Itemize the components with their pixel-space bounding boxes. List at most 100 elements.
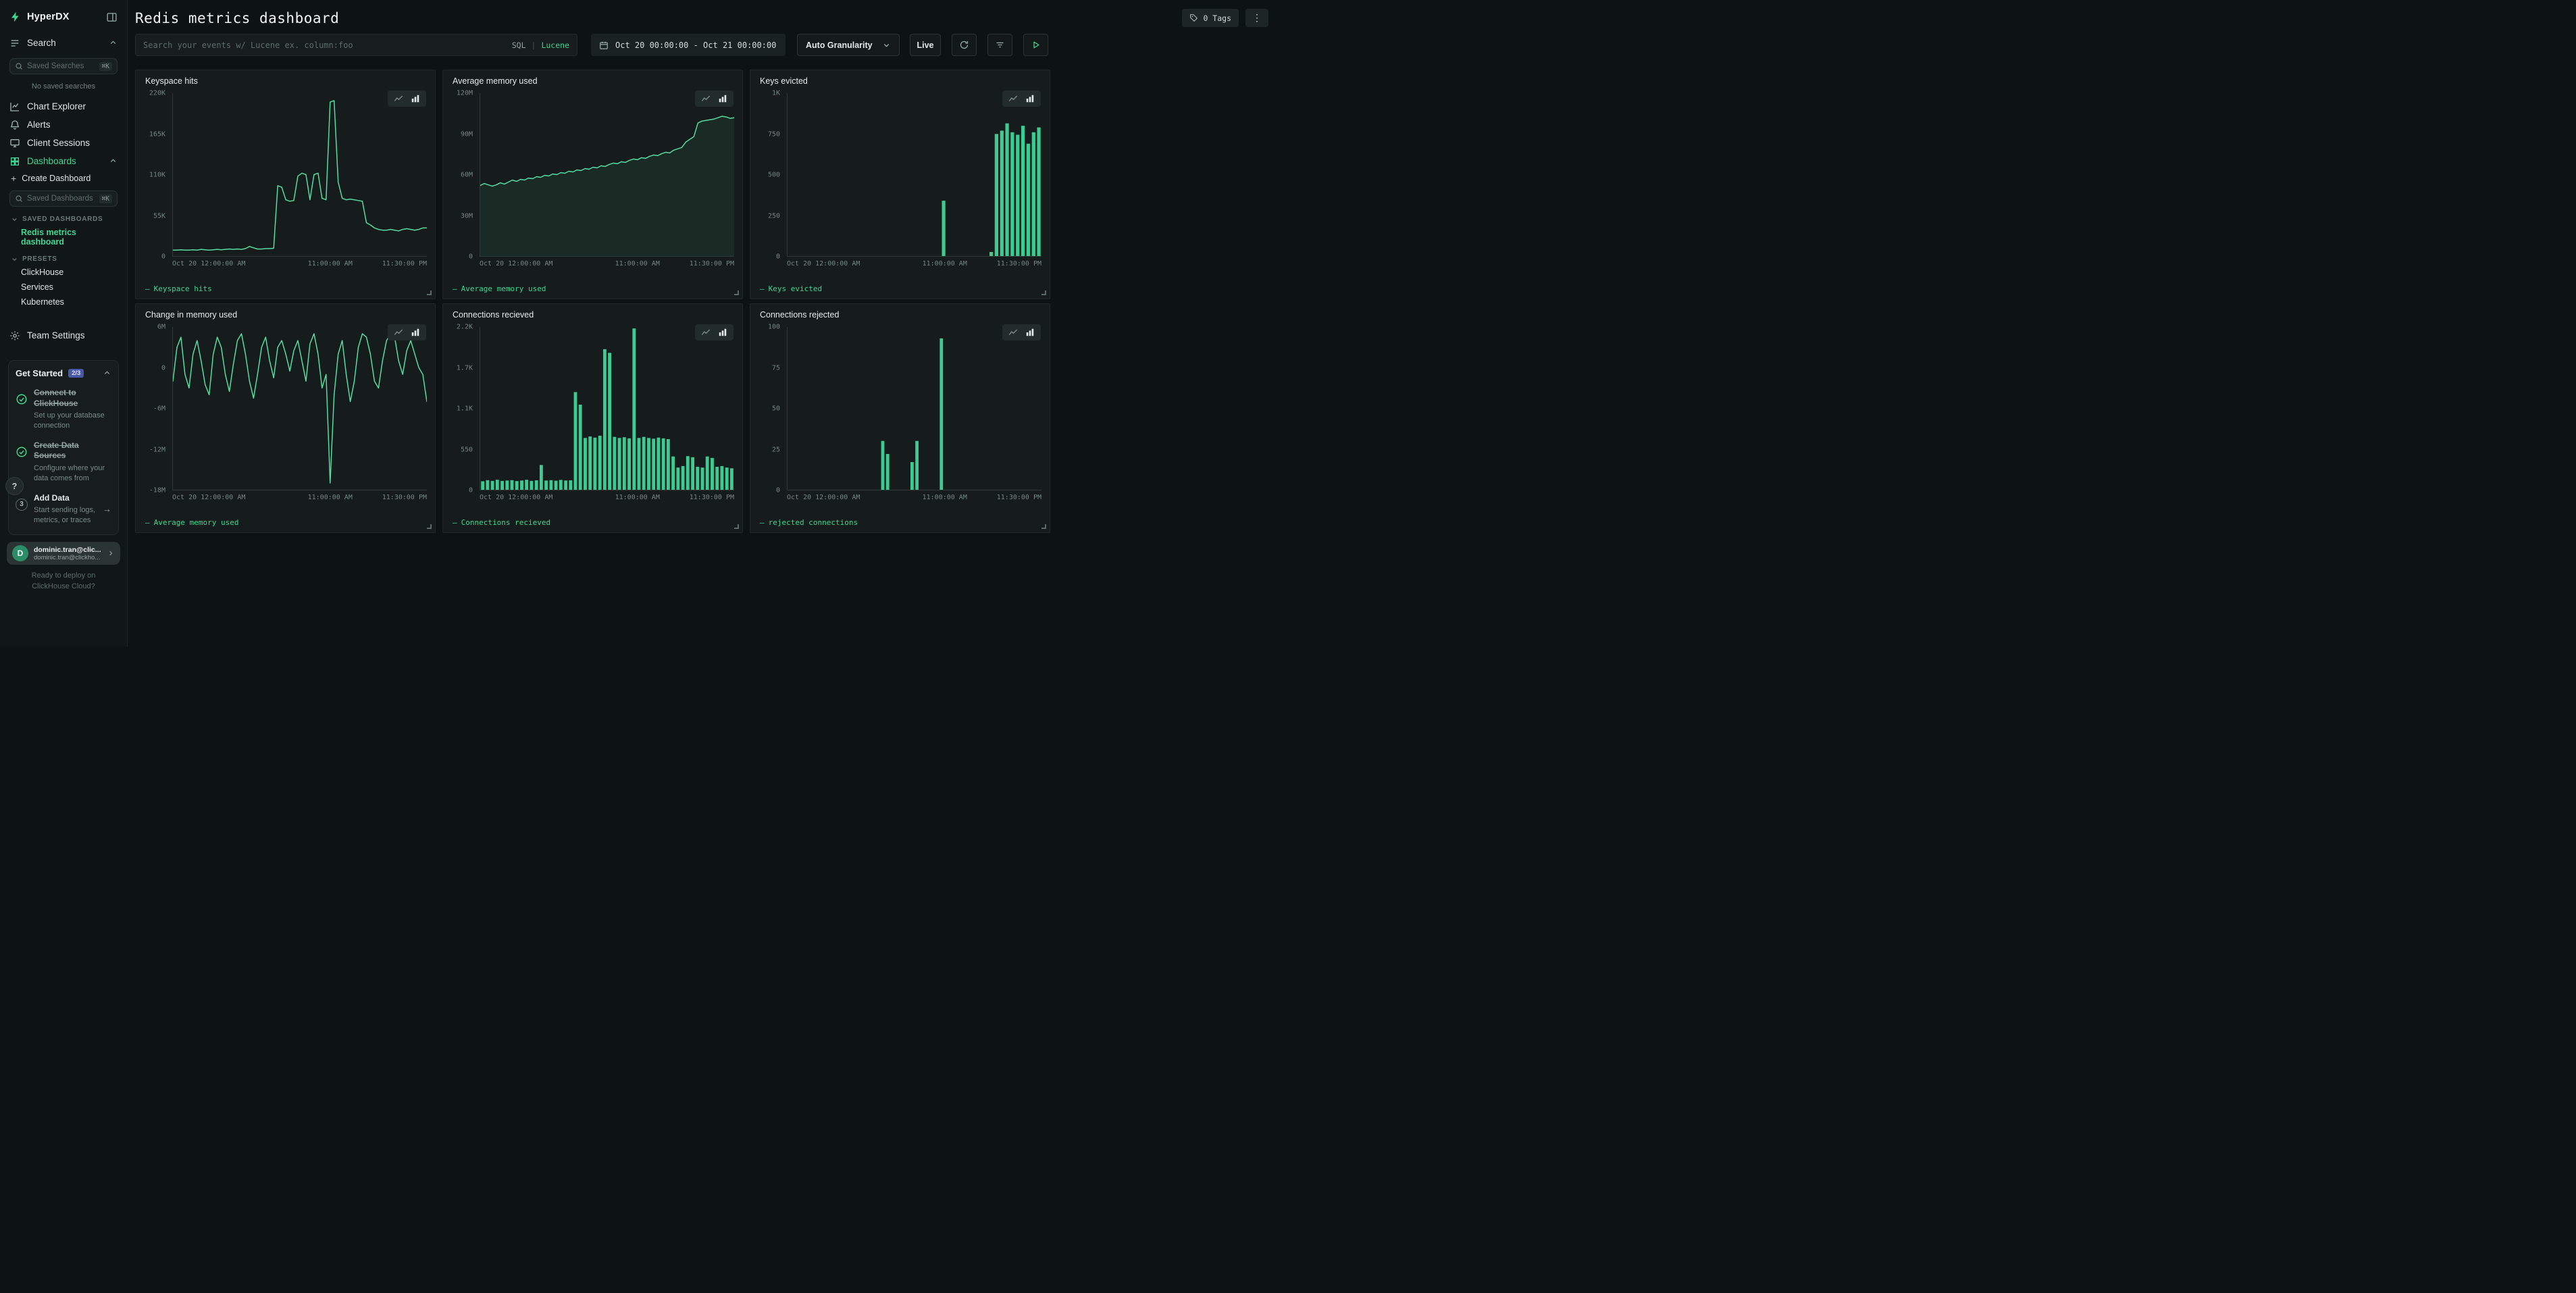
legend-dash: — (760, 518, 765, 527)
logo-text: HyperDX (27, 11, 70, 22)
legend-label: Connections recieved (461, 518, 550, 527)
resize-handle-icon[interactable] (427, 290, 432, 295)
progress-badge: 2/3 (68, 369, 84, 378)
help-button[interactable]: ? (5, 477, 24, 495)
sql-toggle[interactable]: SQL (512, 41, 526, 50)
get-started-step-sources[interactable]: Create Data Sources Configure where your… (16, 440, 111, 484)
sidebar-item-dashboards[interactable]: Dashboards (0, 152, 127, 170)
sidebar-item-team-settings[interactable]: Team Settings (0, 326, 127, 345)
preset-kubernetes[interactable]: Kubernetes (0, 295, 127, 309)
presets-section-header[interactable]: PRESETS (0, 249, 127, 265)
y-axis-label: 165K (149, 130, 165, 138)
live-button[interactable]: Live (910, 34, 941, 56)
x-axis-label: Oct 20 12:00:00 AM (172, 260, 245, 268)
tags-button[interactable]: 0 Tags (1182, 9, 1239, 27)
panel-change-in-memory-used: Change in memory used 6M0-6M-12M-18M Oct… (135, 303, 436, 533)
bar-chart-icon[interactable] (1025, 328, 1035, 337)
resize-handle-icon[interactable] (1041, 290, 1046, 295)
chart-plot[interactable] (172, 327, 427, 490)
chart-title: Change in memory used (145, 310, 237, 320)
y-axis-label: 1K (772, 90, 780, 97)
lucene-toggle[interactable]: Lucene (541, 41, 569, 50)
get-started-step-connect[interactable]: Connect to ClickHouse Set up your databa… (16, 388, 111, 431)
step-title: Add Data (34, 493, 97, 504)
sidebar-item-label: Team Settings (27, 330, 85, 340)
sidebar-item-search[interactable]: Search (0, 34, 127, 52)
gear-icon (9, 330, 20, 341)
granularity-select[interactable]: Auto Granularity (797, 34, 900, 56)
legend-label: Average memory used (461, 284, 546, 293)
resize-handle-icon[interactable] (1041, 524, 1046, 529)
search-section-icon (9, 38, 20, 49)
date-range-picker[interactable]: Oct 20 00:00:00 - Oct 21 00:00:00 (591, 34, 785, 56)
preset-clickhouse[interactable]: ClickHouse (0, 265, 127, 280)
resize-handle-icon[interactable] (734, 524, 739, 529)
y-axis-label: 0 (776, 253, 780, 261)
chart-title: Keys evicted (760, 76, 808, 86)
saved-dashboards-placeholder: Saved Dashboards (27, 195, 93, 203)
create-dashboard-button[interactable]: + Create Dashboard (0, 170, 127, 184)
saved-dashboards-input[interactable]: Saved Dashboards ⌘K (9, 191, 118, 207)
chart-plot[interactable] (480, 327, 734, 490)
line-chart-icon[interactable] (394, 94, 403, 103)
resize-handle-icon[interactable] (734, 290, 739, 295)
y-axis-label: 0 (776, 487, 780, 495)
bar-chart-icon[interactable] (718, 328, 727, 337)
preset-services[interactable]: Services (0, 280, 127, 295)
bar-chart-icon[interactable] (1025, 94, 1035, 103)
bar-series (480, 327, 734, 490)
tags-label: 0 Tags (1203, 14, 1231, 23)
x-axis-label: 11:00:00 AM (308, 260, 353, 268)
x-axis-label: Oct 20 12:00:00 AM (787, 260, 860, 268)
chart-type-toggle (388, 324, 426, 340)
chart-title: Connections rejected (760, 310, 839, 320)
saved-searches-input[interactable]: Saved Searches ⌘K (9, 58, 118, 74)
chevron-up-icon[interactable] (103, 369, 111, 378)
refresh-icon (959, 40, 969, 50)
line-series (173, 327, 427, 490)
line-series (480, 93, 734, 256)
resize-handle-icon[interactable] (427, 524, 432, 529)
legend-dash: — (453, 284, 457, 293)
bar-chart-icon[interactable] (411, 328, 420, 337)
monitor-icon (9, 138, 20, 149)
play-button[interactable] (1023, 34, 1048, 56)
step-description: Start sending logs, metrics, or traces (34, 505, 97, 526)
chart-plot[interactable] (480, 93, 734, 257)
chart-plot[interactable] (787, 327, 1041, 490)
bar-series (788, 327, 1041, 490)
line-chart-icon[interactable] (701, 94, 711, 103)
y-axis-label: 2.2K (457, 324, 473, 331)
saved-dashboards-section-header[interactable]: SAVED DASHBOARDS (0, 209, 127, 225)
line-chart-icon[interactable] (1008, 328, 1018, 337)
line-chart-icon[interactable] (394, 328, 403, 337)
dashboard-header: Redis metrics dashboard 0 Tags ⋮ (128, 0, 1288, 30)
line-chart-icon[interactable] (701, 328, 711, 337)
y-axis-label: -12M (149, 446, 165, 453)
chart-area: 6M0-6M-12M-18M Oct 20 12:00:00 AM11:00:0… (143, 327, 427, 490)
refresh-button[interactable] (952, 34, 977, 56)
chevron-up-icon[interactable] (109, 39, 118, 47)
saved-dashboard-redis-metrics[interactable]: Redis metrics dashboard (0, 225, 127, 249)
bar-chart-icon[interactable] (718, 94, 727, 103)
chart-plot[interactable] (172, 93, 427, 257)
y-axis-label: -6M (153, 405, 165, 413)
chevron-down-icon (11, 216, 18, 223)
chevron-up-icon[interactable] (109, 157, 118, 166)
chart-area: 2.2K1.7K1.1K5500 Oct 20 12:00:00 AM11:00… (450, 327, 734, 490)
filter-button[interactable] (987, 34, 1012, 56)
user-menu[interactable]: D dominic.tran@clic... dominic.tran@clic… (7, 542, 120, 565)
sidebar-item-alerts[interactable]: Alerts (0, 116, 127, 134)
chart-plot[interactable] (787, 93, 1041, 257)
sidebar-item-chart-explorer[interactable]: Chart Explorer (0, 97, 127, 116)
get-started-step-add-data[interactable]: 3 Add Data Start sending logs, metrics, … (16, 493, 111, 526)
line-chart-icon[interactable] (1008, 94, 1018, 103)
collapse-sidebar-icon[interactable] (106, 11, 118, 23)
sidebar-item-client-sessions[interactable]: Client Sessions (0, 134, 127, 152)
chevron-down-icon (11, 255, 18, 263)
event-search-input[interactable]: Search your events w/ Lucene ex. column:… (135, 34, 577, 56)
arrow-right-icon[interactable]: → (103, 504, 111, 514)
dashboard-toolbar: Search your events w/ Lucene ex. column:… (128, 30, 1288, 56)
more-options-button[interactable]: ⋮ (1245, 9, 1268, 27)
bar-chart-icon[interactable] (411, 94, 420, 103)
